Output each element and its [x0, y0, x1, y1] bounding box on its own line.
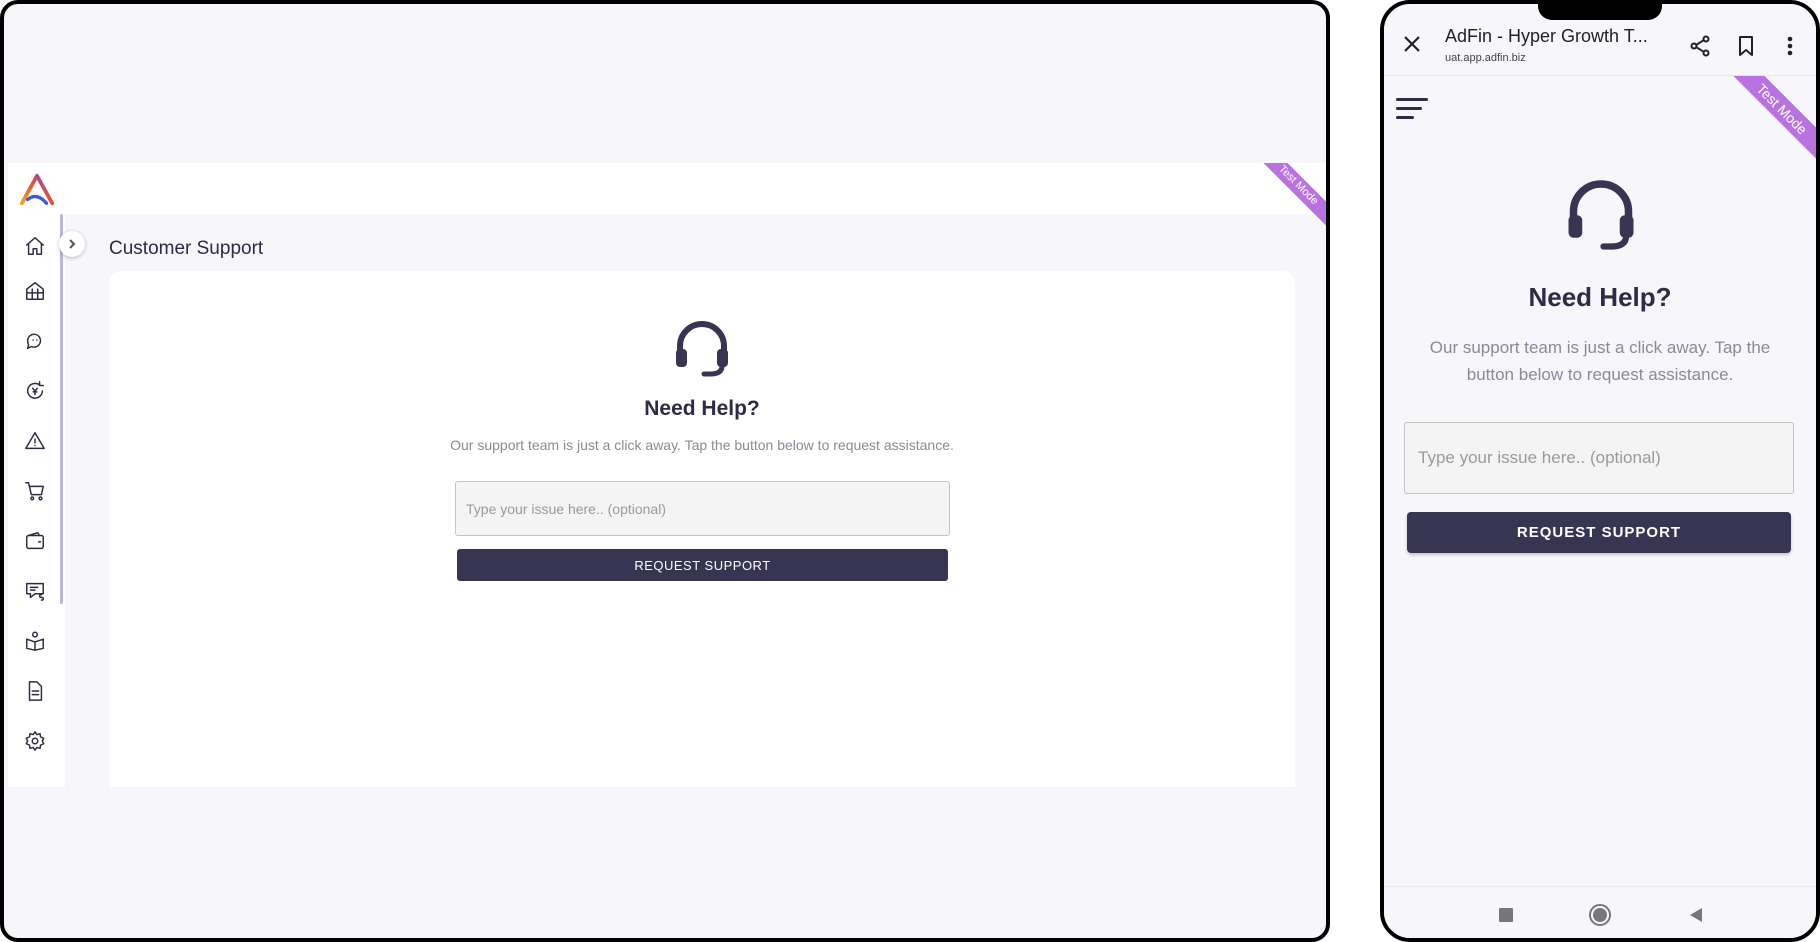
share-button[interactable]: [1686, 32, 1714, 60]
cart-icon: [25, 482, 44, 501]
sidebar-item-chat[interactable]: [21, 327, 49, 355]
browser-url: uat.app.adfin.biz: [1445, 52, 1526, 64]
hamburger-menu-button[interactable]: [1396, 96, 1430, 122]
support-heading: Need Help?: [1528, 282, 1672, 312]
warning-icon: [25, 432, 45, 450]
support-heading: Need Help?: [644, 397, 760, 420]
sidebar-item-orders[interactable]: [21, 477, 49, 505]
more-options-button[interactable]: [1776, 32, 1804, 60]
sidebar-item-home[interactable]: [21, 232, 49, 260]
cycle-money-icon: [27, 381, 44, 399]
sidebar-item-settings[interactable]: [21, 727, 49, 755]
message-dollar-icon: [26, 582, 44, 601]
android-nav-bar: [1384, 886, 1816, 938]
test-mode-ribbon: Test Mode: [1256, 163, 1326, 233]
close-icon: [1404, 36, 1420, 52]
headset-icon: [1568, 180, 1634, 250]
page-title: Customer Support: [109, 238, 264, 259]
share-icon: [1690, 35, 1710, 57]
support-description: Our support team is just a click away. T…: [450, 437, 954, 453]
close-button[interactable]: [1398, 30, 1426, 58]
sidebar-item-wallet[interactable]: [21, 527, 49, 555]
more-vertical-icon: [1787, 36, 1793, 56]
request-support-button[interactable]: REQUEST SUPPORT: [1407, 512, 1791, 553]
sidebar-item-payments[interactable]: [21, 377, 49, 405]
support-card: Need Help? Our support team is just a cl…: [109, 271, 1295, 787]
triangle-back-icon: [1690, 908, 1702, 922]
tablet-frame: Test Mode Customer Support Need Help? Ou…: [0, 0, 1330, 942]
support-description: Our support team is just a click away. T…: [1429, 338, 1771, 384]
sidebar-expand-button[interactable]: [59, 231, 85, 257]
sidebar-item-documents[interactable]: [21, 677, 49, 705]
issue-input[interactable]: [1404, 422, 1794, 494]
sidebar-item-billing[interactable]: [21, 577, 49, 605]
test-mode-ribbon: Test Mode: [1726, 76, 1816, 166]
request-support-button[interactable]: REQUEST SUPPORT: [457, 549, 948, 581]
menu-icon-line: [1396, 116, 1414, 119]
bookmark-icon: [1739, 36, 1753, 56]
menu-icon: [1396, 98, 1428, 101]
sidebar-scroll-rail[interactable]: [60, 214, 63, 604]
desktop-app: Test Mode Customer Support Need Help? Ou…: [8, 163, 1326, 787]
camera-notch: [1538, 4, 1662, 20]
test-mode-label: Test Mode: [1256, 163, 1326, 231]
menu-icon-line: [1396, 107, 1422, 110]
gear-icon: [25, 731, 45, 751]
issue-input[interactable]: [455, 481, 950, 536]
adfin-logo[interactable]: [18, 171, 56, 209]
top-bar: [8, 163, 1326, 214]
square-icon: [1499, 908, 1513, 922]
sidebar-item-learn[interactable]: [21, 627, 49, 655]
book-person-icon: [26, 631, 44, 651]
test-mode-label: Test Mode: [1726, 76, 1816, 166]
recents-button[interactable]: [1494, 903, 1518, 927]
sidebar-item-alerts[interactable]: [21, 427, 49, 455]
greenhouse-icon: [26, 282, 44, 300]
document-icon: [28, 681, 43, 701]
home-icon: [26, 237, 44, 255]
chevron-right-icon: [69, 239, 76, 249]
bookmark-button[interactable]: [1732, 32, 1760, 60]
chat-icon: [26, 333, 42, 350]
wallet-icon: [26, 532, 44, 550]
browser-page-title: AdFin - Hyper Growth T...: [1445, 26, 1648, 46]
back-button[interactable]: [1684, 903, 1708, 927]
sidebar-item-marketplace[interactable]: [21, 277, 49, 305]
circle-home-icon: [1589, 904, 1611, 926]
sidebar: [8, 214, 65, 787]
home-button[interactable]: [1588, 903, 1612, 927]
headset-icon: [676, 321, 728, 377]
phone-frame: AdFin - Hyper Growth T... uat.app.adfin.…: [1380, 0, 1820, 942]
